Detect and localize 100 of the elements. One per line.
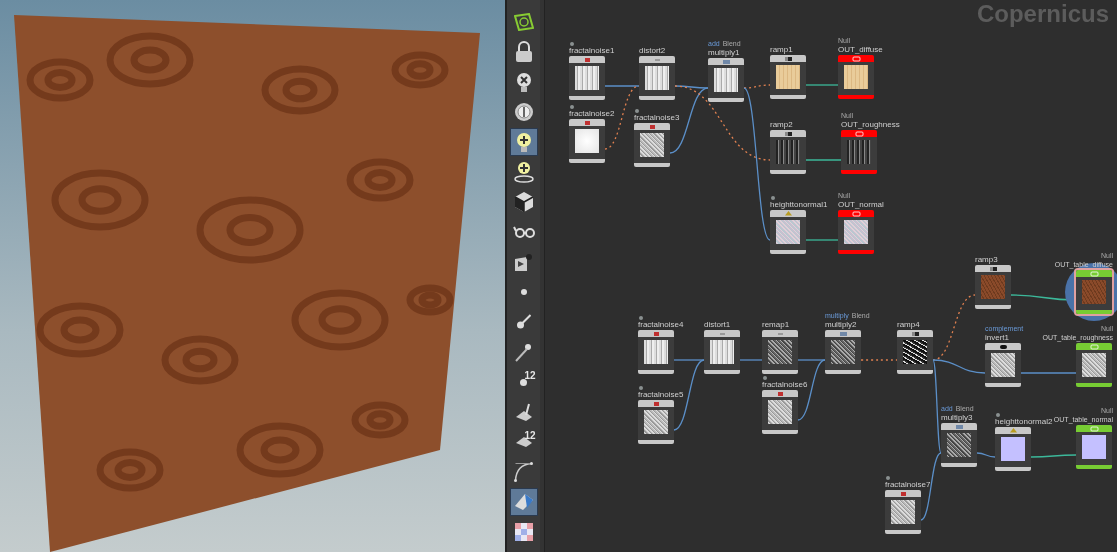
node-label: fractalnoise6: [762, 380, 808, 389]
cube-icon: [513, 191, 534, 213]
connection-wire: [976, 452, 996, 458]
node-type-icon: [776, 390, 784, 397]
node-label: remap1: [762, 320, 790, 329]
node[interactable]: [841, 130, 877, 174]
connection-wire: [1020, 372, 1077, 374]
node[interactable]: [569, 119, 605, 163]
node-type-icon: [954, 423, 964, 430]
node[interactable]: [1076, 425, 1112, 469]
node-type-icon: [583, 56, 591, 63]
texture-preview: [575, 129, 599, 153]
connection-wire: [805, 159, 842, 161]
texture-preview: [710, 340, 734, 364]
toolbar-button[interactable]: [509, 488, 538, 516]
shading-icon: [513, 493, 534, 511]
toolbar-button[interactable]: 12: [509, 428, 538, 456]
node-type-icon: [652, 400, 660, 407]
point-icon: [519, 288, 528, 296]
node-type-icon: [721, 58, 731, 65]
connection-wire: [805, 239, 839, 241]
node-label: OUT_diffuse: [838, 45, 883, 54]
node-label: fractalnoise1: [569, 46, 615, 55]
texture-preview: [1082, 353, 1106, 377]
node[interactable]: [995, 427, 1031, 471]
node-label: multiply3: [941, 413, 973, 422]
node[interactable]: [838, 210, 874, 254]
texture-preview: [1082, 280, 1106, 304]
node[interactable]: [762, 390, 798, 434]
node-label: distort2: [639, 46, 666, 55]
toolbar-button[interactable]: [509, 128, 538, 156]
node[interactable]: [762, 330, 798, 374]
lightbulb-icon: [515, 131, 532, 153]
texture-preview: [644, 410, 668, 434]
node-label: fractalnoise2: [569, 109, 615, 118]
point-icon: [515, 342, 532, 362]
texture-preview: [903, 340, 927, 364]
texture-preview: [645, 66, 669, 90]
node-type-icon: [851, 210, 861, 217]
count-label: 12: [524, 431, 536, 441]
node-label: OUT_normal: [838, 200, 884, 209]
texture-preview: [714, 68, 738, 92]
connection-wire: [1030, 454, 1077, 458]
node[interactable]: [770, 55, 806, 99]
texture-preview: [1001, 437, 1025, 461]
toolbar-button[interactable]: 12: [509, 368, 538, 396]
node-type-icon: [783, 55, 793, 62]
checker-icon: [513, 522, 534, 542]
node-type-icon: [854, 130, 864, 137]
dial-icon: [513, 102, 534, 122]
node-label: fractalnoise3: [634, 113, 680, 122]
lightbulb-icon: [513, 161, 534, 183]
node-type-icon: [851, 55, 861, 62]
texture-preview: [991, 353, 1015, 377]
texture-preview: [947, 433, 971, 457]
dashed-connection-wire: [860, 359, 898, 361]
lightbulb-icon: [515, 71, 532, 93]
node[interactable]: [770, 130, 806, 174]
node-type-icon: [988, 265, 998, 272]
node[interactable]: [885, 490, 921, 534]
node[interactable]: [897, 330, 933, 374]
node[interactable]: [639, 56, 675, 100]
node-type-icon: [583, 119, 591, 126]
node[interactable]: [1076, 343, 1112, 387]
node-label: fractalnoise4: [638, 320, 684, 329]
texture-preview: [776, 220, 800, 244]
texture-preview: [831, 340, 855, 364]
node-type-icon: [838, 330, 848, 337]
point-icon: [519, 377, 528, 387]
connection-wire: [739, 359, 763, 361]
texture-preview: [844, 220, 868, 244]
node-label: fractalnoise5: [638, 390, 684, 399]
view-icon: [513, 13, 534, 31]
texture-preview: [981, 275, 1005, 299]
node-label: ramp1: [770, 45, 793, 54]
node[interactable]: [941, 423, 977, 467]
node[interactable]: [975, 265, 1011, 309]
node[interactable]: [569, 56, 605, 100]
node-label: invert1: [985, 333, 1009, 342]
node[interactable]: [770, 210, 806, 254]
node[interactable]: [1076, 270, 1112, 314]
node-type-icon: [1089, 425, 1099, 432]
lock-icon: [514, 41, 533, 63]
connection-wire: [805, 84, 839, 86]
node[interactable]: [838, 55, 874, 99]
node[interactable]: [825, 330, 861, 374]
node-label: heighttonormal2: [995, 417, 1053, 426]
node[interactable]: [634, 123, 670, 167]
node[interactable]: [638, 400, 674, 444]
node[interactable]: [638, 330, 674, 374]
node-type-icon: [783, 210, 793, 217]
node-type-icon: [1089, 343, 1099, 350]
node-type-icon: [899, 490, 907, 497]
texture-preview: [575, 66, 599, 90]
node-type-icon: [783, 130, 793, 137]
node[interactable]: [708, 58, 744, 102]
node[interactable]: [704, 330, 740, 374]
node-type-icon: [648, 123, 656, 130]
texture-preview: [891, 500, 915, 524]
node[interactable]: [985, 343, 1021, 387]
